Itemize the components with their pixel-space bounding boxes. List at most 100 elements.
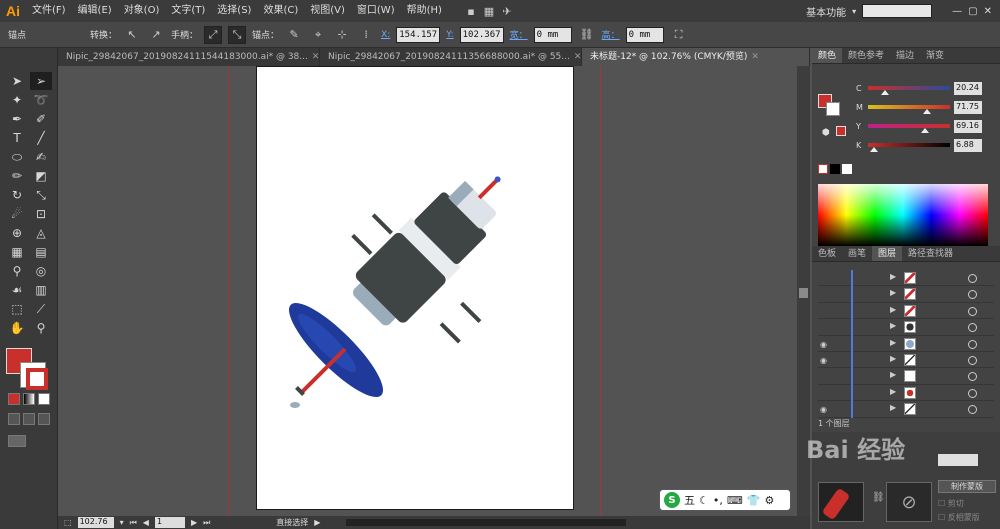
direct-selection-tool-icon[interactable]: ➢: [30, 72, 52, 90]
x-label[interactable]: X:: [381, 30, 390, 40]
tab-document-2[interactable]: Nipic_29842067_20190824111356688000.ai* …: [320, 48, 582, 66]
perspective-icon[interactable]: ◬: [30, 224, 52, 242]
visibility-eye-icon[interactable]: [820, 290, 830, 298]
close-icon[interactable]: ✕: [312, 52, 319, 62]
slider-knob[interactable]: [922, 109, 931, 114]
pen-icon[interactable]: ✒: [6, 110, 28, 128]
tab-document-3[interactable]: 未标题-12* @ 102.76% (CMYK/预览) ✕: [582, 48, 810, 66]
w-field[interactable]: 0 mm: [533, 26, 572, 43]
menu-effect[interactable]: 效果(C): [257, 0, 304, 22]
tab-stroke[interactable]: 描边: [890, 48, 920, 63]
out-of-gamut-icon[interactable]: ⬢: [822, 128, 830, 138]
menu-help[interactable]: 帮助(H): [401, 0, 448, 22]
minimize-icon[interactable]: —: [952, 6, 962, 17]
blend-icon[interactable]: ◎: [30, 262, 52, 280]
layer-row[interactable]: ▶: [818, 319, 994, 337]
tools-icon[interactable]: ⚙: [764, 494, 774, 507]
expand-arrow-icon[interactable]: ▶: [890, 387, 896, 396]
y-label[interactable]: Y:: [446, 30, 453, 40]
next-artboard-icon[interactable]: ▶: [191, 518, 197, 527]
target-circle-icon[interactable]: [968, 323, 977, 333]
warp-icon[interactable]: ☄: [6, 205, 28, 223]
target-circle-icon[interactable]: [968, 306, 977, 316]
first-artboard-icon[interactable]: ⏮: [130, 518, 137, 528]
expand-arrow-icon[interactable]: ▶: [890, 321, 896, 330]
mesh-icon[interactable]: ▦: [6, 243, 28, 261]
bridge-icon[interactable]: ▪: [462, 2, 480, 20]
convert-smooth-icon[interactable]: ↗: [147, 26, 165, 44]
menu-file[interactable]: 文件(F): [26, 0, 72, 22]
target-circle-icon[interactable]: [968, 388, 977, 398]
slider-cyan[interactable]: C 20.24: [856, 80, 996, 96]
paintbrush-icon[interactable]: ✍: [30, 148, 52, 166]
hide-handles-icon[interactable]: ⤡: [228, 25, 247, 44]
moon-icon[interactable]: ☾: [699, 494, 709, 507]
lasso-icon[interactable]: ➰: [30, 91, 52, 109]
visibility-eye-icon[interactable]: [820, 274, 830, 282]
mask-thumbnail[interactable]: [818, 482, 864, 522]
link-mask-icon[interactable]: ⛓: [872, 492, 885, 503]
slider-value[interactable]: 69.16: [954, 119, 982, 133]
ime-logo[interactable]: S: [664, 492, 680, 508]
slider-track[interactable]: [868, 143, 950, 152]
white-swatch[interactable]: [842, 164, 852, 174]
tab-color[interactable]: 颜色: [812, 48, 843, 63]
line-icon[interactable]: ╱: [30, 129, 52, 147]
x-field[interactable]: 154.157: [396, 26, 441, 43]
gamut-swatch[interactable]: [836, 126, 846, 136]
color-mode-icon[interactable]: [8, 393, 20, 405]
tab-layers[interactable]: 图层: [872, 246, 903, 261]
zoom-icon[interactable]: ⚲: [30, 319, 52, 337]
menu-object[interactable]: 对象(O): [118, 0, 166, 22]
h-label[interactable]: 高：: [602, 28, 620, 41]
artboard-icon[interactable]: ⬚: [6, 300, 28, 318]
opacity-field[interactable]: [938, 454, 978, 466]
menu-select[interactable]: 选择(S): [211, 0, 257, 22]
status-menu-icon[interactable]: ▶: [314, 518, 320, 527]
slider-knob[interactable]: [869, 147, 878, 152]
close-icon[interactable]: ✕: [984, 6, 992, 17]
eraser-icon[interactable]: ◩: [30, 167, 52, 185]
layer-row[interactable]: ▶: [818, 286, 994, 304]
slider-magenta[interactable]: M 71.75: [856, 99, 996, 115]
shape-builder-icon[interactable]: ⊕: [6, 224, 28, 242]
scrollbar-thumb[interactable]: [799, 288, 808, 298]
tab-pathfinder[interactable]: 路径查找器: [902, 246, 959, 261]
menu-window[interactable]: 窗口(W): [351, 0, 401, 22]
layer-row[interactable]: ▶: [818, 302, 994, 320]
slider-value[interactable]: 20.24: [954, 81, 982, 95]
expand-arrow-icon[interactable]: ▶: [890, 305, 896, 314]
none-mode-icon[interactable]: [38, 393, 50, 405]
layer-row[interactable]: ◉ ▶: [818, 335, 994, 353]
slider-track[interactable]: [868, 86, 950, 95]
tab-swatches[interactable]: 色板: [812, 246, 842, 261]
expand-arrow-icon[interactable]: ▶: [890, 370, 896, 379]
curvature-icon[interactable]: ✐: [30, 110, 52, 128]
keyboard-icon[interactable]: ⌨: [727, 494, 743, 507]
menu-edit[interactable]: 编辑(E): [72, 0, 118, 22]
horizontal-scrollbar[interactable]: [346, 519, 627, 526]
artboard-nav-icon[interactable]: ⬚: [64, 518, 72, 527]
remove-anchor-icon[interactable]: ✎: [285, 26, 303, 44]
slider-value[interactable]: 6.88: [954, 138, 982, 152]
target-circle-icon[interactable]: [968, 274, 977, 283]
clip-checkbox[interactable]: ☐ 剪切: [938, 498, 964, 509]
skin-icon[interactable]: 👕: [747, 494, 761, 507]
visibility-eye-icon[interactable]: [820, 307, 830, 315]
chevron-down-icon[interactable]: ▾: [120, 518, 124, 527]
expand-arrow-icon[interactable]: ▶: [890, 288, 896, 297]
slider-value[interactable]: 71.75: [954, 100, 982, 114]
y-field[interactable]: 102.367: [459, 26, 504, 43]
magic-wand-icon[interactable]: ✦: [6, 91, 28, 109]
ime-toolbar[interactable]: S 五 ☾ •, ⌨ 👕 ⚙: [660, 490, 790, 510]
link-icon[interactable]: ⛓: [578, 26, 596, 44]
visibility-eye-icon[interactable]: [820, 372, 830, 380]
punctuation-icon[interactable]: •,: [713, 494, 723, 507]
stroke-color-swatch[interactable]: [20, 362, 48, 390]
draw-behind-icon[interactable]: [23, 413, 35, 425]
expand-arrow-icon[interactable]: ▶: [890, 354, 896, 363]
hand-icon[interactable]: ✋: [6, 319, 28, 337]
mask-placeholder[interactable]: ⊘: [886, 482, 932, 522]
gpu-performance-icon[interactable]: ✈: [498, 2, 516, 20]
layer-row[interactable]: ◉ ▶: [818, 351, 994, 369]
